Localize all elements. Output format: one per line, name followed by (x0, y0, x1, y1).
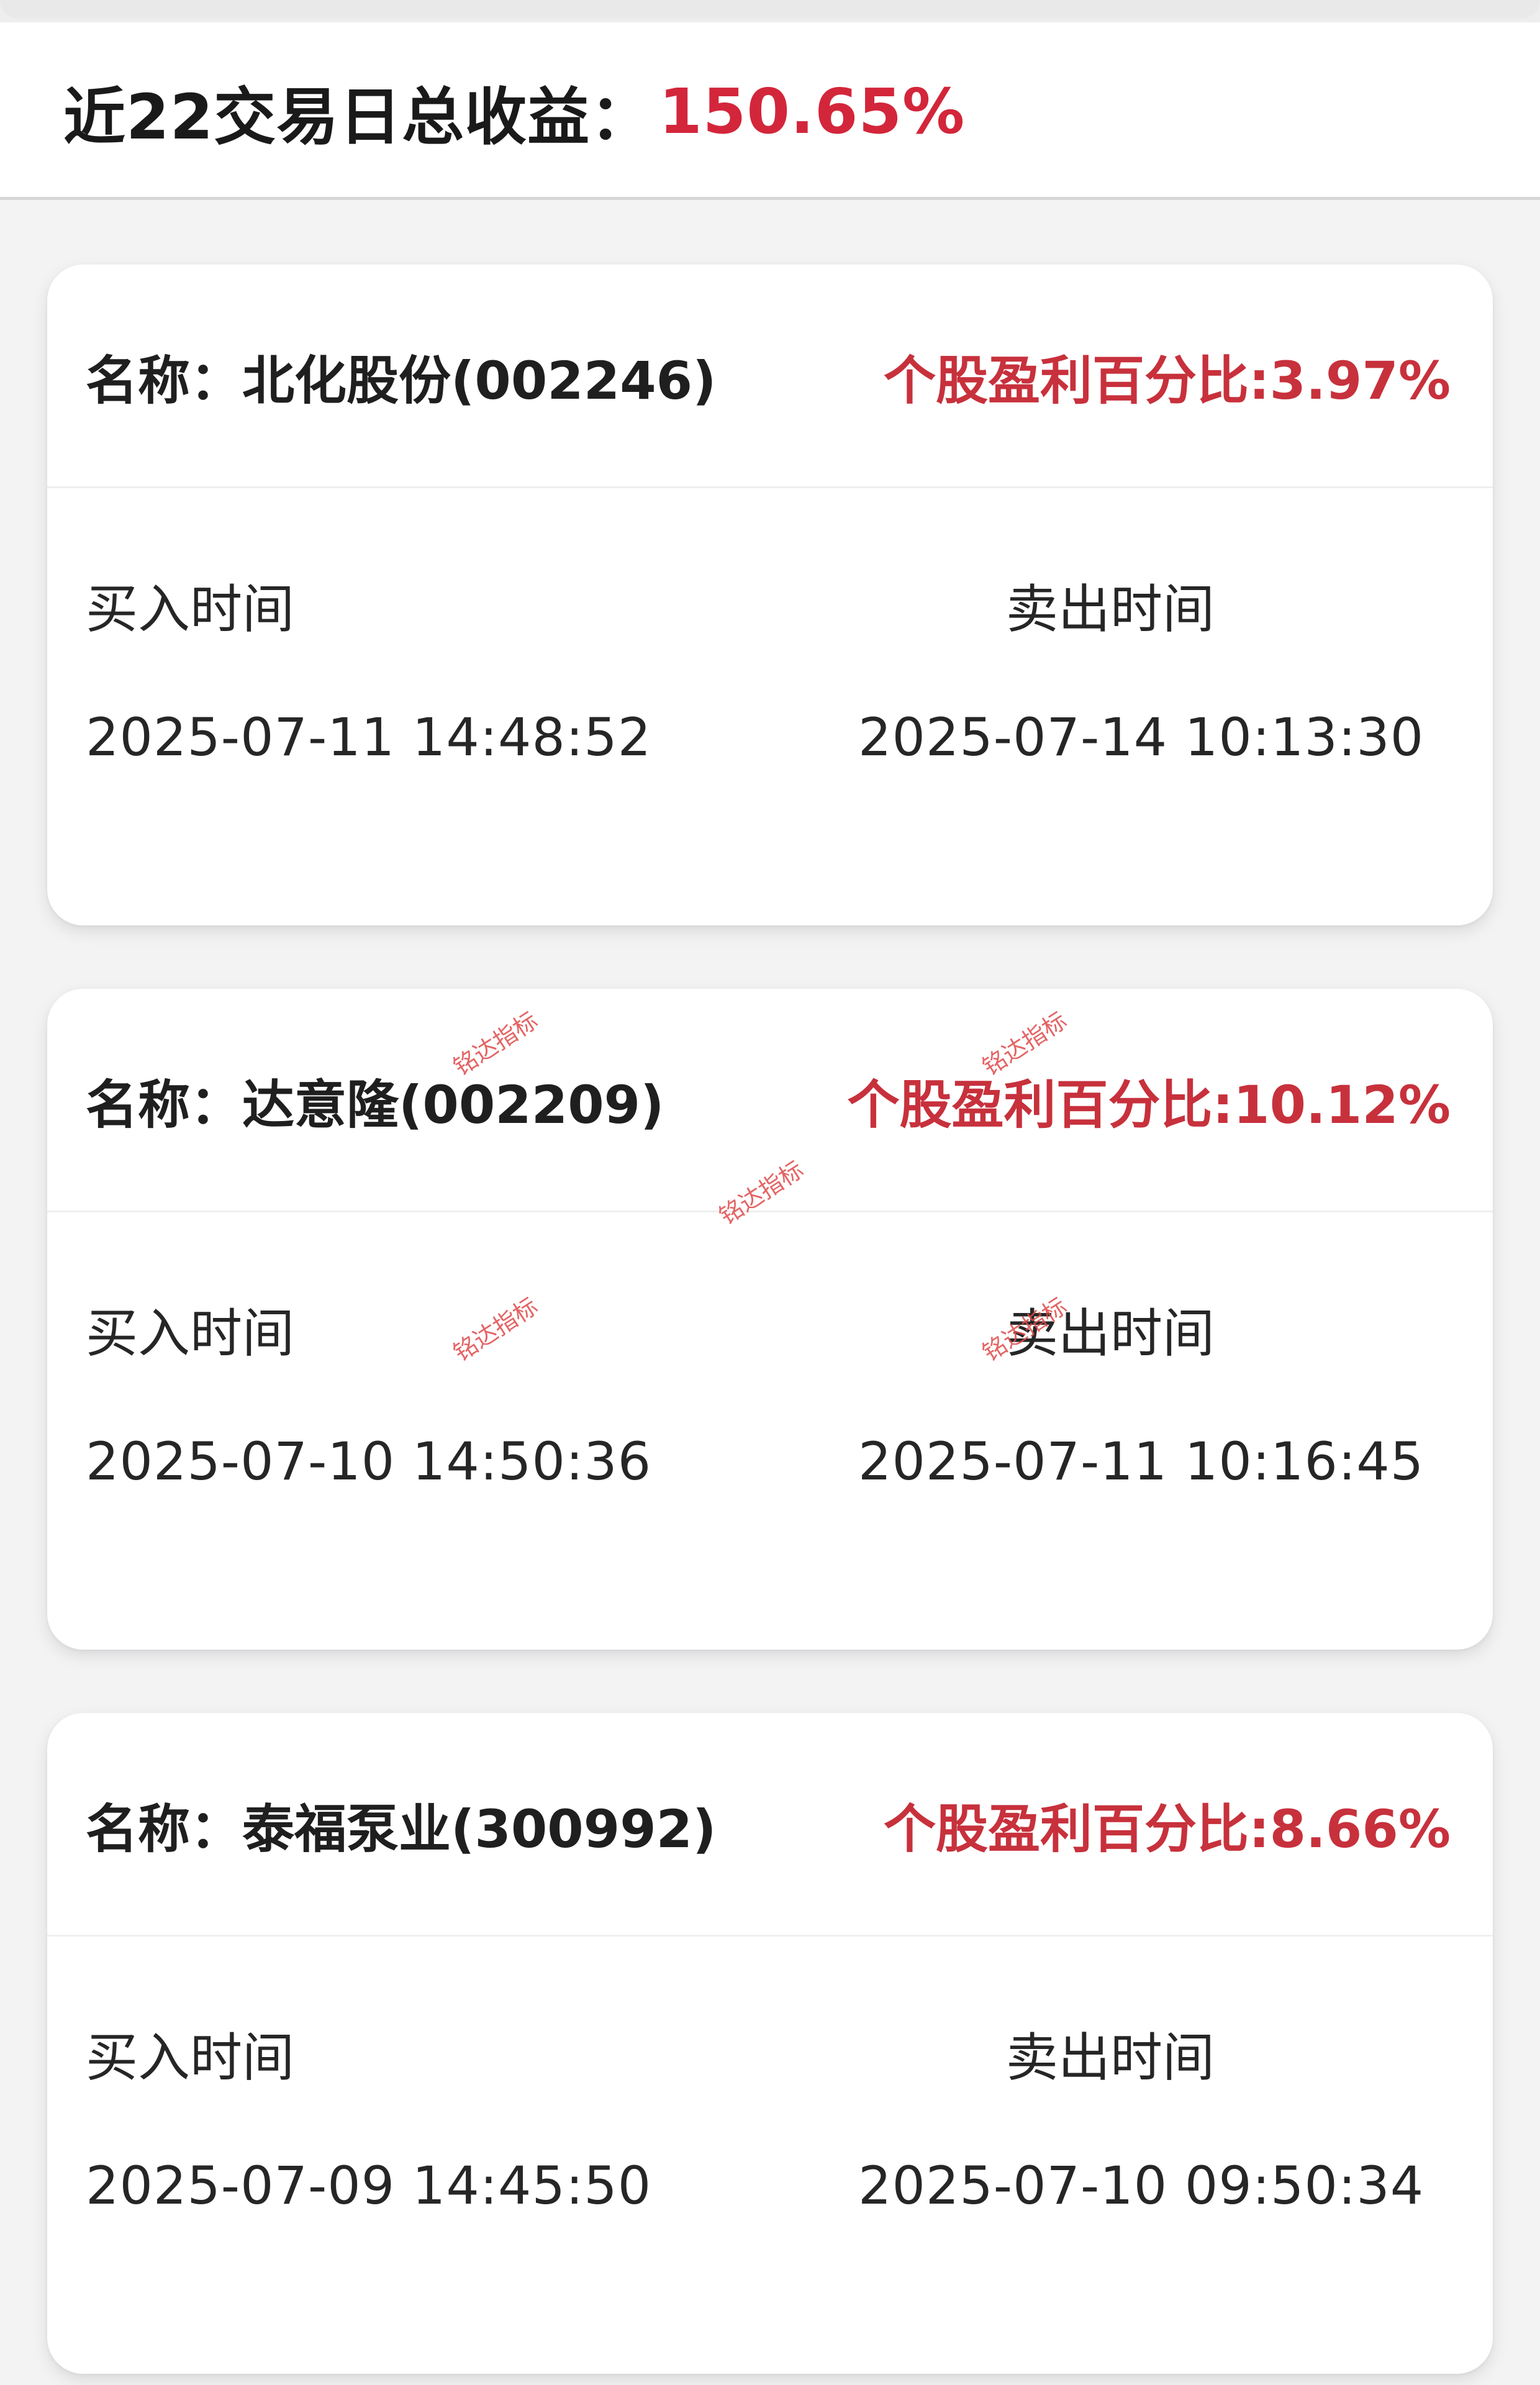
stock-name: 达意隆(002209) (242, 1074, 664, 1135)
stock-name: 北化股份(002246) (242, 350, 717, 411)
sell-time-label: 卖出时间 (1006, 1303, 1215, 1364)
total-return-value: 150.65% (659, 75, 966, 148)
trade-card[interactable]: 名称： 北化股份(002246) 个股盈利百分比:3.97% 买入时间 卖出时间… (47, 265, 1493, 925)
stock-name-label: 名称： (86, 1798, 243, 1860)
trade-card-header: 名称： 北化股份(002246) 个股盈利百分比:3.97% (47, 265, 1493, 488)
top-edge (0, 0, 1540, 22)
stock-profit-percentage: 个股盈利百分比:10.12% (847, 1074, 1451, 1135)
buy-time-value: 2025-07-10 14:50:36 (86, 1431, 652, 1492)
trade-card[interactable]: 名称： 达意隆(002209) 个股盈利百分比:10.12% 买入时间 卖出时间… (47, 989, 1493, 1650)
buy-time-label: 买入时间 (86, 579, 295, 640)
total-return-row: 近22交易日总收益： 150.65% (63, 22, 965, 200)
stock-profit-percentage: 个股盈利百分比:8.66% (883, 1798, 1451, 1860)
buy-time-value: 2025-07-11 14:48:52 (86, 707, 652, 768)
stock-name-label: 名称： (86, 1074, 243, 1135)
sell-time-label: 卖出时间 (1006, 579, 1215, 640)
trade-card-header: 名称： 达意隆(002209) 个股盈利百分比:10.12% (47, 989, 1493, 1212)
total-return-label: 近22交易日总收益： (63, 80, 653, 153)
top-edge-shape (0, 0, 1540, 19)
stock-profit-percentage: 个股盈利百分比:3.97% (883, 350, 1451, 411)
buy-time-label: 买入时间 (86, 2027, 295, 2088)
stock-name-row: 名称： 达意隆(002209) (86, 989, 664, 1212)
buy-time-value: 2025-07-09 14:45:50 (86, 2155, 652, 2216)
stock-name: 泰福泵业(300992) (242, 1798, 717, 1860)
buy-time-label: 买入时间 (86, 1303, 295, 1364)
trade-card[interactable]: 名称： 泰福泵业(300992) 个股盈利百分比:8.66% 买入时间 卖出时间… (47, 1713, 1493, 2374)
trade-card-header: 名称： 泰福泵业(300992) 个股盈利百分比:8.66% (47, 1713, 1493, 1937)
stock-name-row: 名称： 泰福泵业(300992) (86, 1713, 716, 1937)
sell-time-value: 2025-07-11 10:16:45 (858, 1431, 1424, 1492)
sell-time-value: 2025-07-14 10:13:30 (858, 707, 1424, 768)
stock-name-label: 名称： (86, 350, 243, 411)
sell-time-label: 卖出时间 (1006, 2027, 1215, 2088)
sell-time-value: 2025-07-10 09:50:34 (858, 2155, 1424, 2216)
stock-name-row: 名称： 北化股份(002246) (86, 265, 716, 488)
summary-header: 近22交易日总收益： 150.65% (0, 22, 1540, 200)
